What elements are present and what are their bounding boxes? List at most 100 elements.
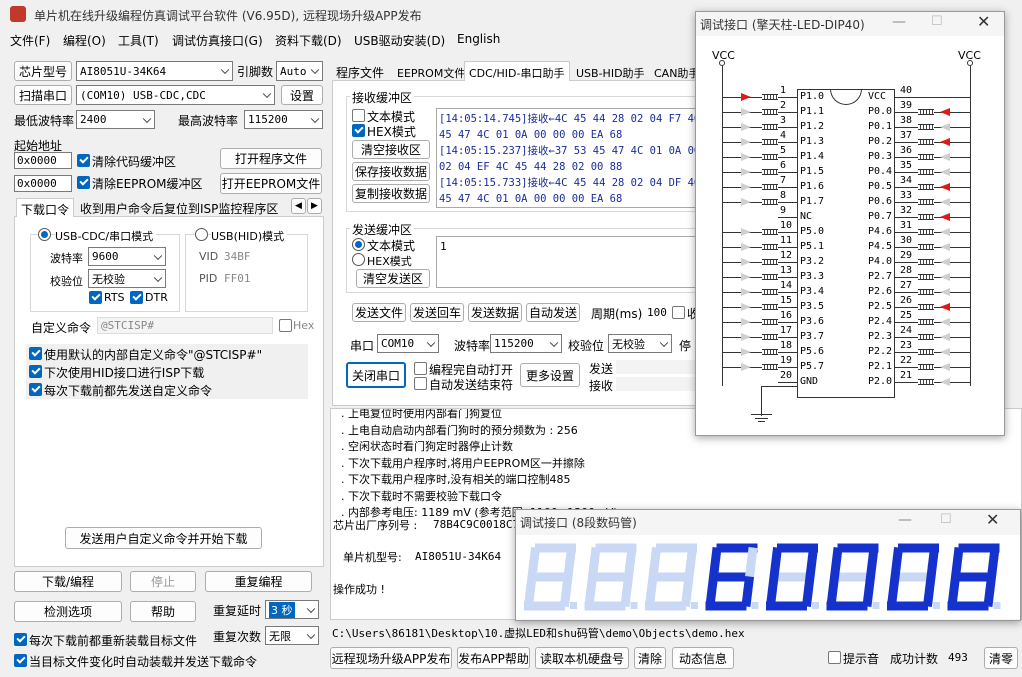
download-button[interactable]: 下载/编程	[14, 571, 122, 592]
segment-8-f	[950, 546, 964, 579]
seg-close-icon[interactable]: ✕	[986, 510, 999, 529]
menu-usb-driver[interactable]: USB驱动安装(D)	[354, 32, 445, 49]
assistant-parity-select[interactable]: 无校验	[608, 334, 672, 353]
pin-name-right-28: P2.7	[868, 271, 893, 282]
open-eeprom-button[interactable]: 打开EEPROM文件	[220, 173, 322, 194]
clear-send-button[interactable]: 清空发送区	[356, 269, 430, 288]
recv-text-mode-checkbox[interactable]	[352, 109, 365, 122]
send-data-button[interactable]: 发送数据	[468, 303, 522, 322]
menu-file[interactable]: 文件(F)	[10, 32, 50, 49]
serial-number: 78B4C9C0018C7A	[433, 518, 526, 531]
scan-port-button[interactable]: 扫描串口	[14, 85, 72, 105]
use-hid-checkbox[interactable]	[29, 365, 42, 378]
max-baud-select[interactable]: 115200	[244, 110, 323, 129]
hex-checkbox[interactable]	[279, 319, 292, 332]
custom-cmd-input[interactable]: @STCISP#	[97, 317, 273, 334]
decimal-point-1	[570, 602, 577, 609]
publish-help-button[interactable]: 发布APP帮助	[457, 647, 530, 669]
auto-terminator-checkbox[interactable]	[414, 377, 427, 390]
chip-model-select[interactable]: AI8051U-34K64	[76, 61, 233, 81]
beep-checkbox[interactable]	[828, 651, 841, 664]
tab-program-file[interactable]: 程序文件	[336, 64, 384, 81]
success-count: 493	[948, 651, 968, 664]
copy-recv-button[interactable]: 复制接收数据	[352, 184, 430, 203]
pins-select[interactable]: Auto	[276, 61, 323, 81]
send-file-button[interactable]: 发送文件	[352, 303, 406, 322]
dynamic-info-button[interactable]: 动态信息	[672, 647, 734, 669]
remote-upgrade-button[interactable]: 远程现场升级APP发布	[330, 647, 452, 669]
recv-hex-mode-checkbox[interactable]	[352, 124, 365, 137]
resistor-left-3	[762, 124, 778, 130]
send-text-mode-radio[interactable]	[352, 238, 365, 251]
dtr-checkbox[interactable]	[130, 291, 143, 304]
code-address-input[interactable]: 0x0000	[14, 152, 72, 169]
use-default-cmd-checkbox[interactable]	[29, 347, 42, 360]
reset-count-button[interactable]: 清零	[984, 647, 1018, 669]
send-hex-mode-radio[interactable]	[352, 253, 365, 266]
cdc-mode-radio[interactable]	[38, 228, 51, 241]
resistor-left-2	[762, 109, 778, 115]
clear-code-checkbox[interactable]	[77, 154, 90, 167]
rts-checkbox[interactable]	[89, 291, 102, 304]
close-port-button[interactable]: 关闭串口	[346, 362, 406, 388]
min-baud-select[interactable]: 2400	[76, 110, 155, 129]
close-icon[interactable]: ✕	[977, 12, 990, 31]
tab-scroll-right[interactable]: ▶	[307, 198, 322, 214]
tab-scroll-left[interactable]: ◀	[291, 198, 306, 214]
pins-value: Auto	[280, 64, 307, 78]
menu-tools[interactable]: 工具(T)	[118, 32, 159, 49]
resistor-right-23	[918, 349, 934, 355]
send-cmd-before-checkbox[interactable]	[29, 383, 42, 396]
menu-english[interactable]: English	[457, 32, 500, 46]
serial-select[interactable]: COM10	[377, 334, 439, 353]
tab-download-password[interactable]: 下载口令	[16, 198, 75, 218]
baud-select[interactable]: 9600	[88, 247, 166, 266]
repeat-count-select[interactable]: 无限	[265, 626, 319, 645]
send-enter-button[interactable]: 发送回车	[410, 303, 464, 322]
chip-model-button[interactable]: 芯片型号	[14, 61, 72, 81]
menu-program[interactable]: 编程(O)	[63, 32, 106, 49]
minimize-icon[interactable]: —	[892, 14, 906, 30]
decimal-point-5	[812, 602, 819, 609]
port-select[interactable]: (COM10) USB-CDC,CDC	[76, 85, 275, 105]
clear-log-button[interactable]: 清除	[634, 647, 666, 669]
auto-send-button[interactable]: 自动发送	[526, 303, 580, 322]
menu-download[interactable]: 资料下载(D)	[275, 32, 342, 49]
read-disk-button[interactable]: 读取本机硬盘号	[535, 647, 629, 669]
save-recv-button[interactable]: 保存接收数据	[352, 162, 430, 181]
open-program-button[interactable]: 打开程序文件	[220, 148, 322, 169]
clear-eeprom-checkbox[interactable]	[77, 176, 90, 189]
port-settings-button[interactable]: 设置	[281, 85, 323, 105]
auto-load-checkbox[interactable]	[14, 654, 27, 667]
recv-option-checkbox[interactable]	[672, 306, 685, 319]
clear-recv-button[interactable]: 清空接收区	[352, 140, 430, 159]
send-custom-cmd-button[interactable]: 发送用户自定义命令并开始下载	[65, 527, 262, 549]
tab-cdc-assistant[interactable]: CDC/HID-串口助手	[464, 61, 570, 82]
pin-number-left-7: 7	[780, 175, 787, 186]
tab-can-assistant[interactable]: CAN助手	[654, 65, 699, 81]
tab-isp-reset[interactable]: 收到用户命令后复位到ISP监控程序区	[80, 200, 278, 217]
period-input[interactable]: 100	[647, 306, 667, 319]
help-button[interactable]: 帮助	[130, 601, 196, 622]
tab-eeprom-file[interactable]: EEPROM文件	[397, 65, 465, 81]
hid-mode-radio[interactable]	[195, 228, 208, 241]
pin-name-right-22: P2.1	[868, 361, 893, 372]
assistant-baud-select[interactable]: 115200	[490, 334, 562, 353]
send-textarea[interactable]: 1	[436, 236, 702, 288]
menu-debug[interactable]: 调试仿真接口(G)	[172, 32, 263, 49]
seg-minimize-icon[interactable]: —	[898, 512, 912, 528]
maximize-icon: ☐	[931, 14, 943, 29]
reprogram-button[interactable]: 重复编程	[205, 571, 312, 592]
eeprom-address-input[interactable]: 0x0000	[14, 175, 72, 192]
repeat-delay-select[interactable]: 3 秒	[265, 600, 319, 619]
recv-textarea[interactable]: [14:05:14.745]接收←4C 45 44 28 02 04 F7 40…	[436, 108, 702, 208]
pin-name-left-5: P1.4	[800, 151, 825, 162]
more-settings-button[interactable]: 更多设置	[520, 363, 580, 387]
parity-select[interactable]: 无校验	[88, 269, 166, 288]
auto-open-checkbox[interactable]	[414, 362, 427, 375]
reload-checkbox[interactable]	[14, 633, 27, 646]
detect-options-button[interactable]: 检测选项	[14, 601, 122, 622]
led-left-4	[741, 138, 751, 146]
resistor-left-12	[762, 259, 778, 265]
tab-hid-assistant[interactable]: USB-HID助手	[576, 65, 645, 81]
